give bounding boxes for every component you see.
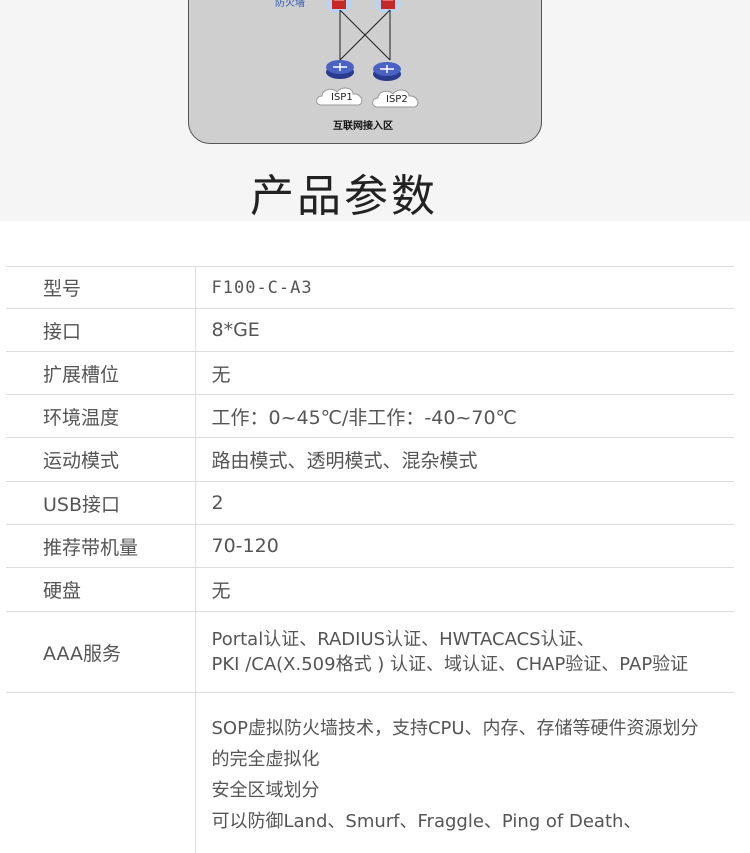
isp2-label: ISP2 [386,94,408,105]
spec-value-line: 安全区域划分 [211,780,320,801]
spec-label: 运动模式 [6,437,196,482]
spec-value: Portal认证、RADIUS认证、HWTACACS认证、 PKI /CA(X.… [195,611,734,693]
table-row: 运动模式 路由模式、透明模式、混杂模式 [6,437,734,482]
spec-label [6,692,196,853]
spec-value: 2 [195,481,734,525]
spec-table: 型号 F100-C-A3 接口 8*GE 扩展槽位 无 环境温度 工作：0~45… [6,266,734,853]
table-row: USB接口 2 [6,481,734,525]
spec-value: 路由模式、透明模式、混杂模式 [195,437,734,482]
spec-label: 型号 [6,266,196,309]
spec-value-line: 2 [211,492,224,514]
spec-value: 70-120 [195,524,734,568]
firewall-label: 防火墙 [275,0,305,9]
spec-value-line: 的完全虚拟化 [211,749,320,770]
table-row: 接口 8*GE [6,308,734,352]
spec-value: 无 [195,567,734,612]
spec-value-line: 路由模式、透明模式、混杂模式 [211,450,478,472]
spec-value: SOP虚拟防火墙技术，支持CPU、内存、存储等硬件资源划分 的完全虚拟化 安全区… [195,692,734,853]
connection-lines [339,10,391,61]
table-row: 硬盘 无 [6,567,734,612]
spec-value: 8*GE [195,308,734,352]
spec-value-line: 8*GE [211,319,260,341]
table-row: 型号 F100-C-A3 [6,266,734,309]
isp1-label: ISP1 [331,92,353,103]
spec-value: 无 [195,351,734,395]
diagram-section: 防火墙 ISP1 ISP2 互联网接入区 产品参数 [0,0,750,222]
spec-value-line: 工作：0~45℃/非工作：-40~70℃ [211,406,517,429]
spec-label: 硬盘 [6,567,196,612]
spec-value-line: Portal认证、RADIUS认证、HWTACACS认证、 [211,629,595,650]
spec-value-line: SOP虚拟防火墙技术，支持CPU、内存、存储等硬件资源划分 [211,718,699,739]
spec-value-line: 无 [211,580,231,602]
spec-value-line: 可以防御Land、Smurf、Fraggle、Ping of Death、 [211,811,642,832]
spec-label: USB接口 [6,481,196,525]
table-row: AAA服务 Portal认证、RADIUS认证、HWTACACS认证、 PKI … [6,611,734,693]
section-title: 产品参数 [250,171,438,222]
table-row: 扩展槽位 无 [6,351,734,395]
table-row: 推荐带机量 70-120 [6,524,734,568]
spec-value-line: PKI /CA(X.509格式 ) 认证、域认证、CHAP验证、PAP验证 [211,654,689,675]
spec-label: 推荐带机量 [6,524,196,568]
router-icon [373,62,401,81]
zone-label: 互联网接入区 [333,121,393,132]
spec-value: F100-C-A3 [195,266,734,309]
table-row: 环境温度 工作：0~45℃/非工作：-40~70℃ [6,394,734,438]
spec-value: 工作：0~45℃/非工作：-40~70℃ [195,394,734,438]
spec-label: 扩展槽位 [6,351,196,395]
router-icon [326,60,354,79]
spec-value-line: 无 [211,363,231,386]
spec-label: 环境温度 [6,394,196,438]
spec-label: 接口 [6,308,196,352]
spec-label: AAA服务 [6,611,196,693]
table-row: SOP虚拟防火墙技术，支持CPU、内存、存储等硬件资源划分 的完全虚拟化 安全区… [6,692,734,853]
spec-value-line: F100-C-A3 [211,277,313,298]
spec-value-line: 70-120 [211,535,279,557]
